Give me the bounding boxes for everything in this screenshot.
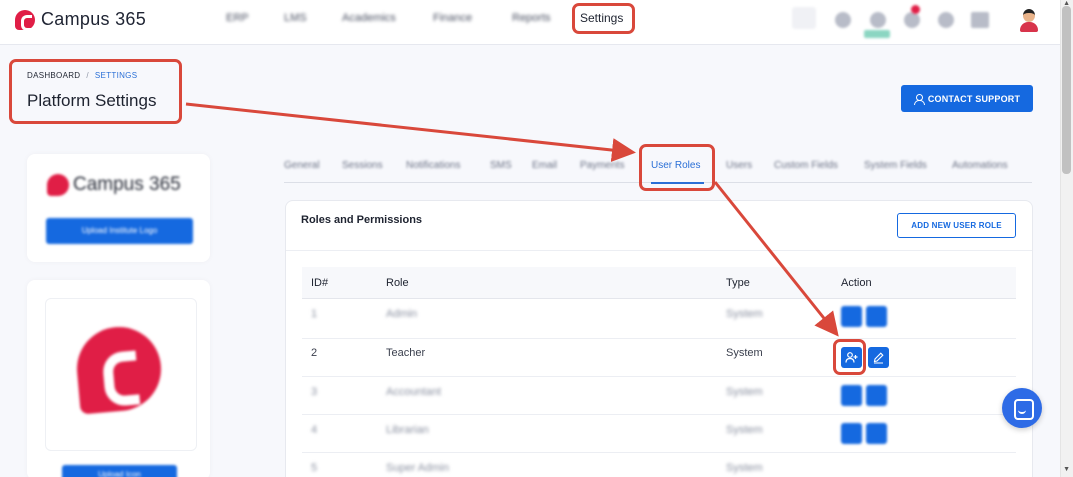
contact-support-button[interactable]: CONTACT SUPPORT	[901, 85, 1033, 112]
role-type: System	[726, 424, 763, 436]
edit-role-button[interactable]	[866, 423, 887, 444]
assign-permissions-button[interactable]	[841, 347, 862, 368]
globe-icon[interactable]	[835, 12, 851, 28]
role-name: Teacher	[386, 347, 426, 359]
help-icon[interactable]	[938, 12, 954, 28]
user-icon	[913, 93, 925, 105]
tab-automations[interactable]: Automations	[952, 160, 1008, 171]
tab-system-fields[interactable]: System Fields	[864, 160, 927, 171]
role-id: 4	[311, 424, 318, 436]
tab-email[interactable]: Email	[532, 160, 557, 171]
role-name: Admin	[386, 308, 418, 320]
table-header	[302, 267, 1016, 299]
row-divider	[302, 376, 1016, 377]
role-id: 3	[311, 386, 318, 398]
role-type: System	[726, 386, 763, 398]
tab-user-roles[interactable]: User Roles	[651, 160, 700, 171]
role-id: 2	[311, 347, 318, 359]
arrow-to-user-roles	[185, 102, 636, 162]
column-header-action: Action	[841, 277, 872, 289]
page-scrollbar[interactable]: ▲ ▼	[1060, 0, 1073, 477]
search-icon[interactable]	[792, 7, 816, 29]
row-divider	[302, 452, 1016, 453]
tab-notifications[interactable]: Notifications	[406, 160, 460, 171]
nav-item-finance[interactable]: Finance	[433, 11, 472, 25]
edit-role-button[interactable]	[866, 385, 887, 406]
nav-item-academics[interactable]: Academics	[342, 11, 396, 25]
tab-users[interactable]: Users	[726, 160, 752, 171]
scroll-down-arrow-icon[interactable]: ▼	[1063, 466, 1070, 473]
column-header-id: ID#	[311, 277, 329, 289]
nav-item-lms[interactable]: LMS	[284, 11, 307, 25]
top-navbar: Campus 365 ERP LMS Academics Finance Rep…	[0, 0, 1060, 45]
edit-role-button[interactable]	[866, 306, 887, 327]
institute-logo-card: Campus 365 Upload Institute Logo	[27, 154, 210, 262]
role-name: Librarian	[386, 424, 429, 436]
roles-card-title: Roles and Permissions	[301, 214, 423, 226]
notification-icon[interactable]	[904, 12, 920, 28]
assign-permissions-button[interactable]	[841, 423, 862, 444]
breadcrumb-settings: SETTINGS	[94, 71, 138, 80]
column-header-role: Role	[386, 277, 409, 289]
institute-icon-card: Upload Icon	[27, 280, 210, 477]
role-type: System	[726, 308, 763, 320]
tab-custom-fields[interactable]: Custom Fields	[774, 160, 838, 171]
role-name: Accountant	[386, 386, 442, 398]
scroll-up-arrow-icon[interactable]: ▲	[1063, 0, 1070, 7]
row-divider	[302, 338, 1016, 339]
chat-icon[interactable]	[1002, 388, 1042, 428]
settings-tabs: General Sessions Notifications SMS Email…	[284, 158, 1032, 183]
active-tab-indicator	[651, 182, 704, 184]
role-id: 1	[311, 308, 318, 320]
edit-icon	[873, 352, 884, 364]
page-title: Platform Settings	[27, 91, 157, 110]
institute-logo-mark-icon	[47, 174, 69, 196]
nav-item-reports[interactable]: Reports	[512, 11, 551, 25]
role-type: System	[726, 347, 763, 359]
app-name: Campus 365	[41, 9, 147, 29]
upload-logo-button[interactable]: Upload Institute Logo	[46, 218, 193, 244]
nav-item-settings[interactable]: Settings	[580, 11, 623, 25]
tab-sessions[interactable]: Sessions	[342, 160, 383, 171]
tab-payments[interactable]: Payments	[580, 160, 624, 171]
grid-icon[interactable]	[971, 12, 989, 28]
role-id: 5	[311, 462, 318, 474]
edit-role-button[interactable]	[868, 347, 889, 368]
nav-item-erp[interactable]: ERP	[226, 11, 249, 25]
upload-icon-button[interactable]: Upload Icon	[62, 465, 177, 477]
tab-sms[interactable]: SMS	[490, 160, 512, 171]
card-divider	[286, 250, 1032, 251]
contact-support-label: CONTACT SUPPORT	[927, 93, 1021, 104]
app-logo[interactable]: Campus 365	[15, 9, 147, 31]
campus365-logo-icon	[15, 9, 35, 31]
scrollbar-thumb[interactable]	[1062, 6, 1071, 174]
breadcrumb: DASHBOARD / SETTINGS	[27, 71, 138, 80]
institute-logo-text: Campus 365	[73, 174, 181, 195]
role-name: Super Admin	[386, 462, 449, 474]
institute-logo: Campus 365	[47, 174, 181, 196]
user-plus-icon	[845, 352, 858, 363]
notification-count-badge	[911, 5, 920, 14]
avatar[interactable]	[1018, 8, 1040, 32]
bell-icon[interactable]	[870, 12, 886, 28]
assign-permissions-button[interactable]	[841, 306, 862, 327]
tab-general[interactable]: General	[284, 160, 320, 171]
status-badge	[864, 30, 890, 38]
assign-permissions-button[interactable]	[841, 385, 862, 406]
breadcrumb-dashboard[interactable]: DASHBOARD	[27, 71, 80, 80]
add-new-user-role-button[interactable]: ADD NEW USER ROLE	[897, 213, 1016, 238]
role-type: System	[726, 462, 763, 474]
row-divider	[302, 414, 1016, 415]
column-header-type: Type	[726, 277, 750, 289]
